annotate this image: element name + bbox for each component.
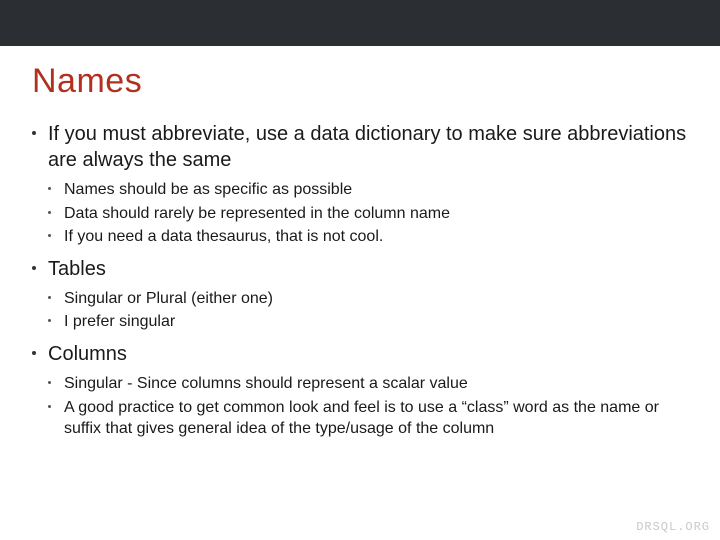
watermark: DRSQL.ORG: [636, 520, 710, 534]
list-item: Singular or Plural (either one): [48, 288, 688, 310]
bullet-icon: [48, 211, 51, 214]
list-item: If you need a data thesaurus, that is no…: [48, 226, 688, 248]
sub-list: Names should be as specific as possible …: [48, 179, 688, 248]
bullet-icon: [32, 266, 36, 270]
list-item: Data should rarely be represented in the…: [48, 203, 688, 225]
slide-title: Names: [32, 62, 688, 101]
list-item-text: I prefer singular: [64, 311, 688, 333]
bullet-icon: [48, 319, 51, 322]
sub-list: Singular or Plural (either one) I prefer…: [48, 288, 688, 333]
list-item-text: Columns: [48, 341, 688, 367]
list-item-text: Singular or Plural (either one): [64, 288, 688, 310]
bullet-icon: [48, 187, 51, 190]
bullet-icon: [48, 405, 51, 408]
list-item: Singular - Since columns should represen…: [48, 373, 688, 395]
bullet-icon: [32, 351, 36, 355]
bullet-icon: [32, 131, 36, 135]
list-item-text: Names should be as specific as possible: [64, 179, 688, 201]
list-item: Names should be as specific as possible: [48, 179, 688, 201]
list-item-text: A good practice to get common look and f…: [64, 397, 688, 440]
list-item-text: If you must abbreviate, use a data dicti…: [48, 121, 688, 173]
top-bar: [0, 0, 720, 46]
bullet-icon: [48, 296, 51, 299]
list-item: A good practice to get common look and f…: [48, 397, 688, 440]
list-item: If you must abbreviate, use a data dicti…: [32, 121, 688, 248]
list-item-text: Data should rarely be represented in the…: [64, 203, 688, 225]
bullet-list: If you must abbreviate, use a data dicti…: [32, 121, 688, 440]
sub-list: Singular - Since columns should represen…: [48, 373, 688, 440]
list-item-text: Singular - Since columns should represen…: [64, 373, 688, 395]
slide-content: Names If you must abbreviate, use a data…: [0, 46, 720, 440]
list-item-text: If you need a data thesaurus, that is no…: [64, 226, 688, 248]
bullet-icon: [48, 381, 51, 384]
list-item: Columns Singular - Since columns should …: [32, 341, 688, 440]
bullet-icon: [48, 234, 51, 237]
list-item-text: Tables: [48, 256, 688, 282]
list-item: I prefer singular: [48, 311, 688, 333]
list-item: Tables Singular or Plural (either one) I…: [32, 256, 688, 333]
